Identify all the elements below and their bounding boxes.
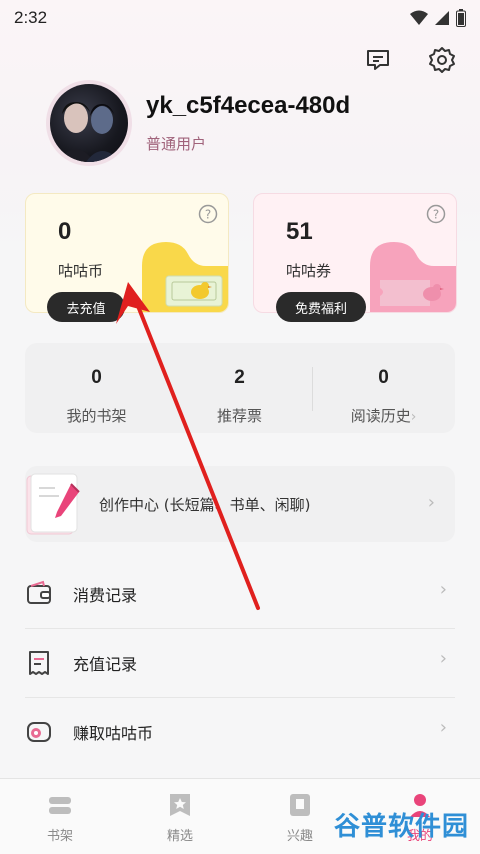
message-button[interactable] [362,44,394,76]
chevron-right-icon: › [410,409,417,425]
menu-label: 赚取咕咕币 [73,724,154,743]
stat-recommend-tickets[interactable]: 2 推荐票 [168,343,311,433]
creation-center-label: 创作中心 (长短篇、书单、闲聊) [99,496,311,514]
tab-bookshelf[interactable]: 书架 [0,779,120,854]
menu-earn-coins[interactable]: 赚取咕咕币 › [25,702,455,762]
stat-label-row: 阅读历史› [312,405,455,426]
stat-label: 阅读历史 [350,407,411,425]
coin-balance: 0 [58,218,72,245]
featured-icon [170,794,190,816]
coin-illustration-icon [142,242,228,312]
stat-bookshelf[interactable]: 0 我的书架 [25,343,168,433]
status-icons [410,9,466,27]
svg-text:?: ? [433,208,439,222]
creation-center-item[interactable]: 创作中心 (长短篇、书单、闲聊) › [25,466,455,542]
ticket-illustration-icon [370,242,456,312]
chevron-right-icon: › [439,579,447,600]
stat-reading-history[interactable]: 0 阅读历史› [312,343,455,433]
menu-label: 消费记录 [73,586,138,605]
user-level-label: 普通用户 [146,135,207,153]
recharge-button[interactable]: 去充值 [47,292,125,322]
stats-panel: 0 我的书架 2 推荐票 0 阅读历史› [25,343,455,433]
status-time: 2:32 [14,8,48,27]
wallet-icon [27,580,51,604]
coin-earn-icon [27,722,51,742]
chevron-right-icon: › [439,648,447,669]
gear-icon [429,47,455,73]
menu-recharge-records[interactable]: 充值记录 › [25,633,455,693]
signal-icon [435,11,449,25]
receipt-icon [29,651,49,675]
divider [25,628,455,629]
free-welfare-button[interactable]: 免费福利 [276,292,366,322]
coin-label: 咕咕币 [58,262,104,280]
help-icon[interactable]: ? [198,204,218,224]
status-bar: 2:32 [0,0,480,36]
message-icon [367,50,389,70]
ticket-balance: 51 [286,218,313,245]
menu-label: 充值记录 [73,655,138,674]
help-icon[interactable]: ? [426,204,446,224]
bookshelf-icon [49,797,71,814]
notebook-pen-icon [26,473,80,535]
tab-label: 精选 [166,829,193,844]
username: yk_c5f4ecea-480d [146,92,351,119]
wifi-icon [410,10,428,25]
chevron-right-icon: › [439,717,447,738]
tab-label: 书架 [46,829,73,844]
battery-icon [456,9,466,27]
chevron-right-icon: › [427,492,435,513]
stat-label: 推荐票 [216,407,262,425]
ticket-label: 咕咕券 [286,262,332,280]
stat-value: 0 [378,367,389,388]
stat-value: 0 [91,367,102,388]
tab-featured[interactable]: 精选 [120,779,240,854]
svg-text:?: ? [205,208,211,222]
stat-value: 2 [234,367,245,388]
watermark: 谷普软件园 [334,812,470,842]
avatar[interactable] [46,80,132,166]
settings-button[interactable] [426,44,458,76]
stat-label: 我的书架 [66,407,127,425]
avatar-image [50,84,128,162]
menu-consumption-records[interactable]: 消费记录 › [25,564,455,624]
interest-icon [290,794,310,816]
divider [25,697,455,698]
